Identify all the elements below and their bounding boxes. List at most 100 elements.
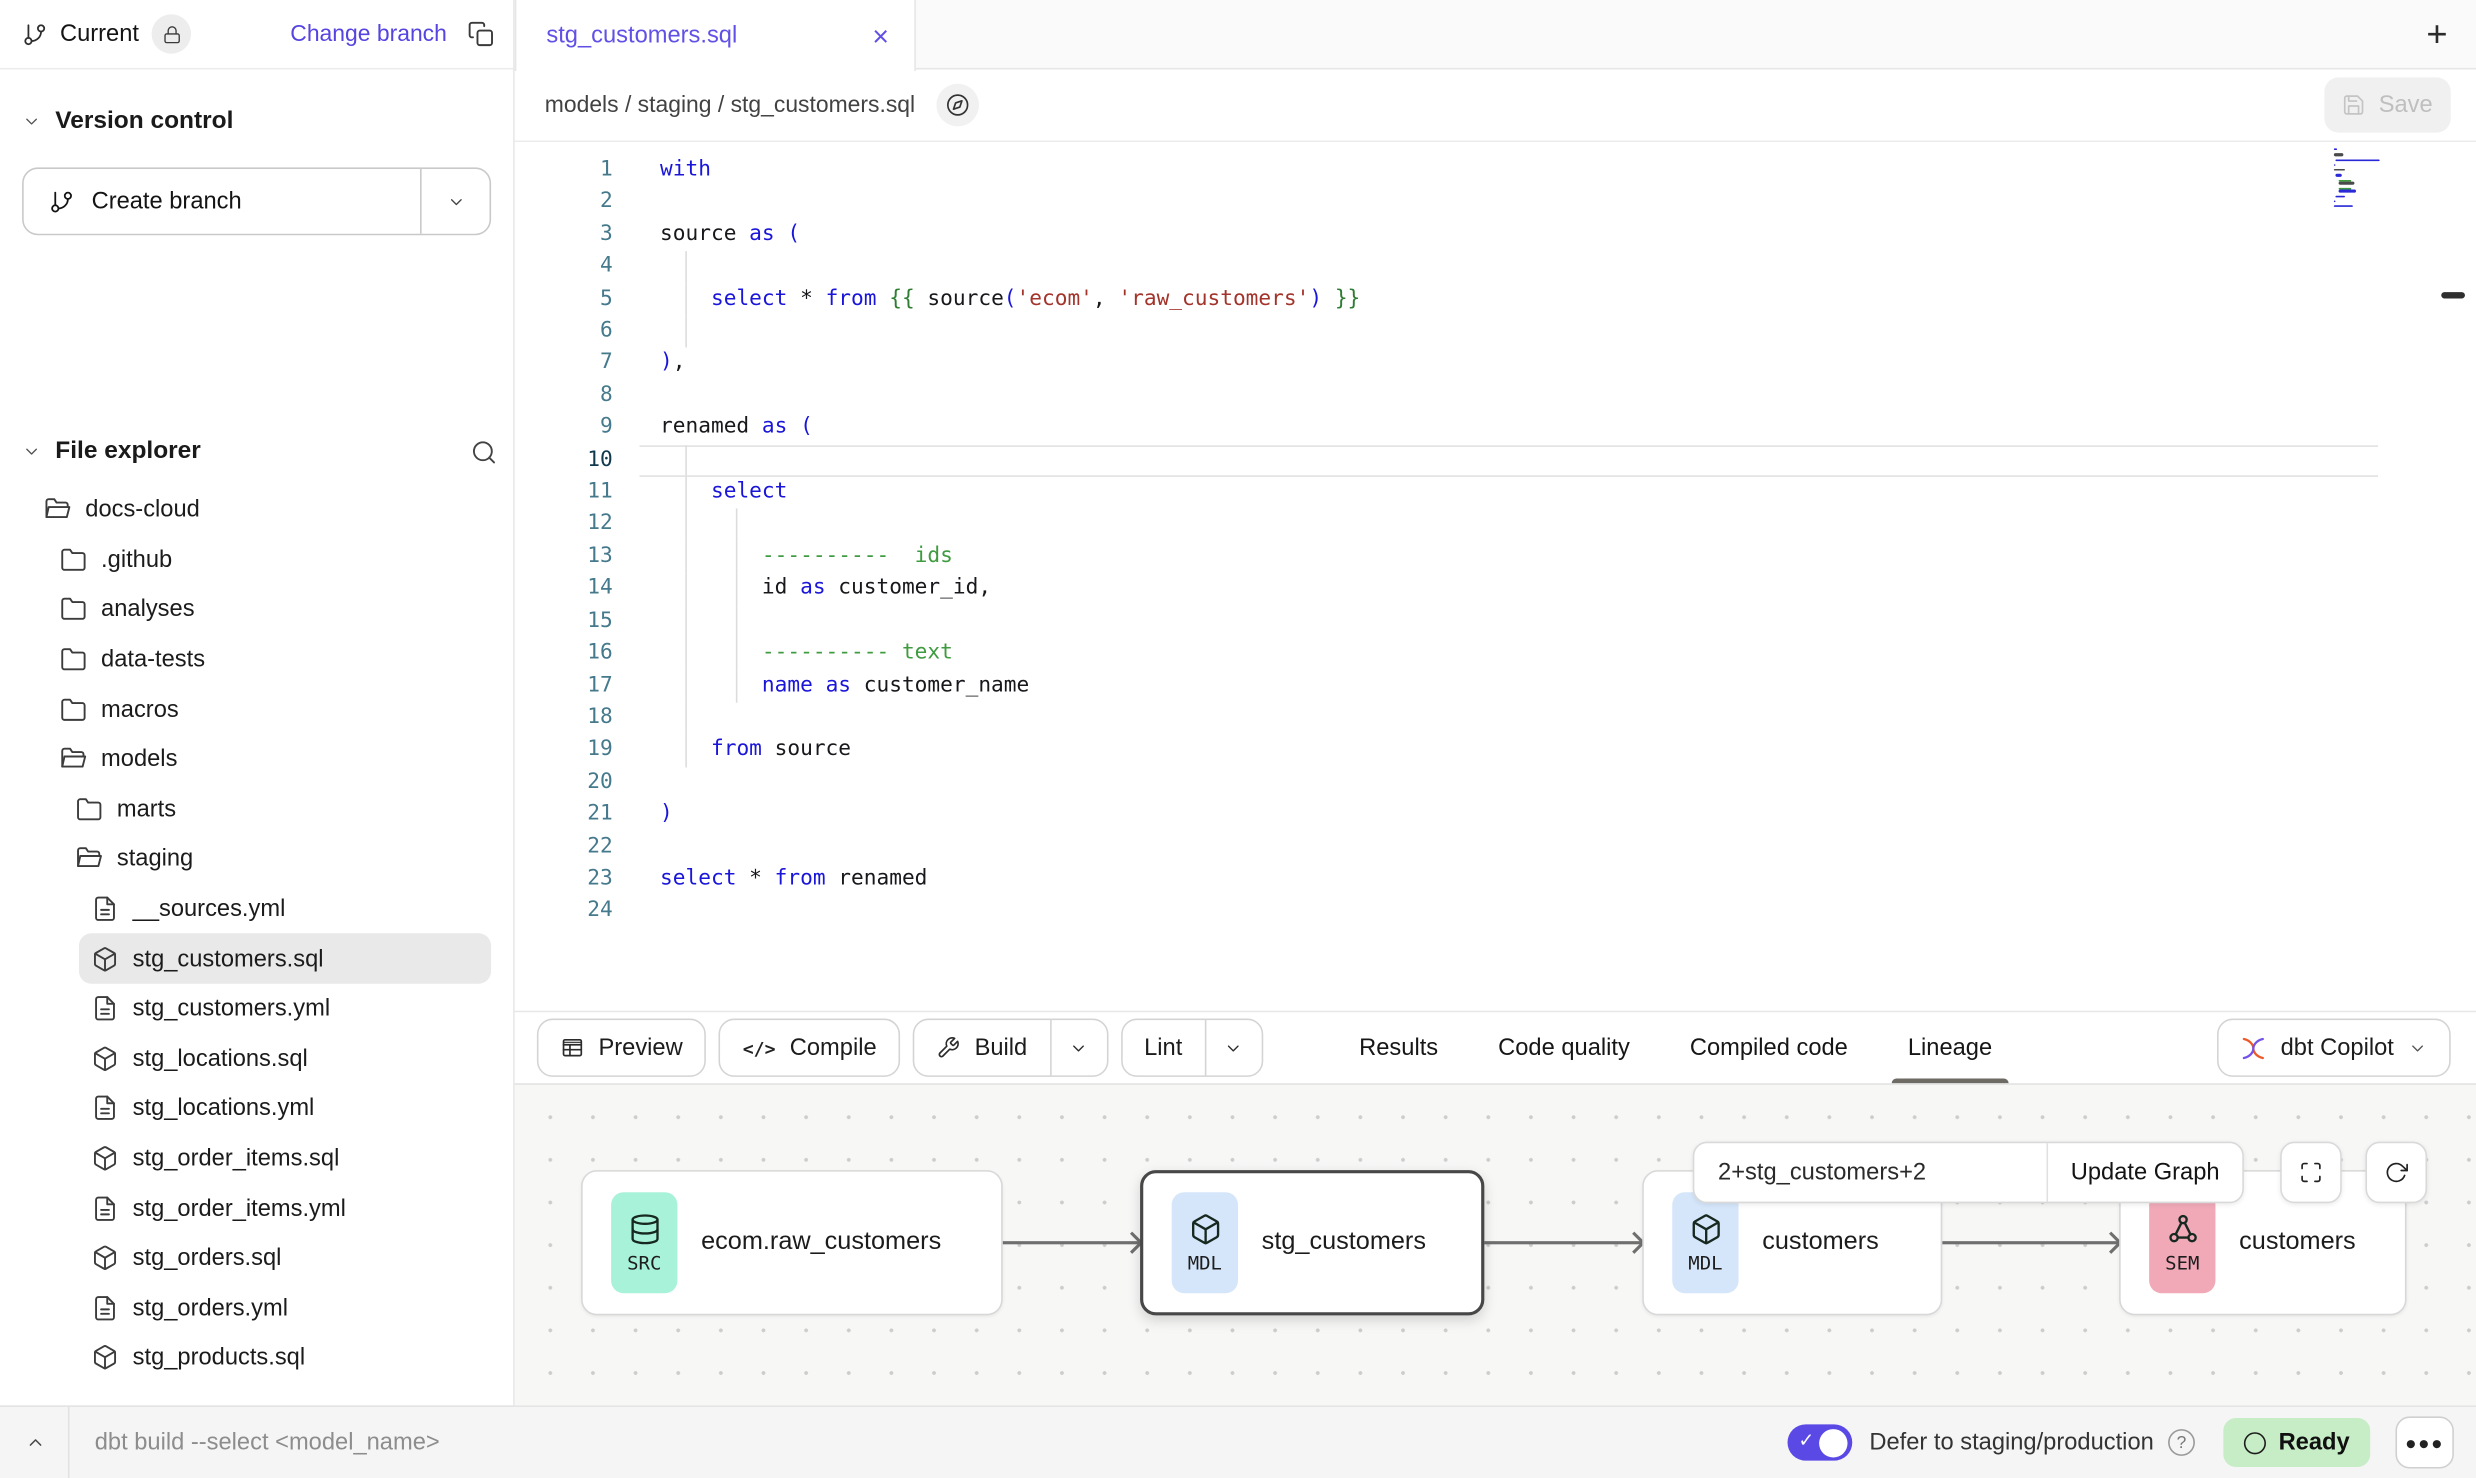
file-tree-item-models[interactable]: models — [47, 734, 491, 784]
code-line-13[interactable]: 13 ---------- ids — [515, 541, 2476, 573]
copy-icon[interactable] — [467, 21, 494, 48]
code-text: ), — [640, 348, 2379, 380]
build-button[interactable]: Build — [913, 1019, 1108, 1077]
lint-dropdown-button[interactable] — [1204, 1020, 1261, 1075]
file-tree-item-stg-orders-yml[interactable]: stg_orders.yml — [79, 1283, 491, 1333]
code-line-8[interactable]: 8 — [515, 380, 2476, 412]
create-branch-dropdown[interactable] — [420, 169, 489, 234]
node-label: customers — [2239, 1229, 2356, 1257]
defer-toggle[interactable]: ✓ — [1787, 1424, 1852, 1460]
file-tree-item-staging[interactable]: staging — [63, 834, 491, 884]
file-tree-item-stg-products-sql[interactable]: stg_products.sql — [79, 1333, 491, 1383]
close-tab-icon[interactable]: × — [872, 21, 889, 49]
code-line-5[interactable]: 5 select * from {{ source('ecom', 'raw_c… — [515, 284, 2476, 316]
code-line-7[interactable]: 7), — [515, 348, 2476, 380]
code-line-22[interactable]: 22 — [515, 831, 2476, 863]
code-line-4[interactable]: 4 — [515, 251, 2476, 283]
code-line-2[interactable]: 2 — [515, 187, 2476, 219]
lineage-canvas[interactable]: SRCecom.raw_customersMDLstg_customersMDL… — [515, 1083, 2476, 1405]
file-tree-item-macros[interactable]: macros — [47, 684, 491, 734]
code-line-9[interactable]: 9renamed as ( — [515, 413, 2476, 445]
cube-icon — [92, 1344, 119, 1371]
code-line-19[interactable]: 19 from source — [515, 735, 2476, 767]
code-line-3[interactable]: 3source as ( — [515, 219, 2476, 251]
file-tree-item-stg-locations-yml[interactable]: stg_locations.yml — [79, 1083, 491, 1133]
chevron-down-icon[interactable] — [22, 442, 41, 461]
new-tab-button[interactable]: + — [2426, 13, 2447, 56]
line-number: 11 — [515, 477, 640, 509]
refresh-button[interactable] — [2365, 1142, 2427, 1204]
code-line-14[interactable]: 14 id as customer_id, — [515, 574, 2476, 606]
tab-code-quality[interactable]: Code quality — [1468, 1011, 1660, 1084]
more-options-button[interactable]: ●●● — [2395, 1416, 2453, 1468]
cube-icon — [92, 1045, 119, 1072]
lineage-node-mdl-stg-customers[interactable]: MDLstg_customers — [1140, 1170, 1484, 1315]
code-line-10[interactable]: 10 — [515, 445, 2476, 477]
code-text: source as ( — [640, 219, 2379, 251]
compile-button[interactable]: </>Compile — [719, 1019, 900, 1077]
code-line-16[interactable]: 16 ---------- text — [515, 638, 2476, 670]
file-explorer-title: File explorer — [55, 437, 201, 465]
file-tree-item-stg-customers-yml[interactable]: stg_customers.yml — [79, 984, 491, 1034]
chevron-up-icon[interactable] — [25, 1432, 46, 1453]
tab-stg-customers-sql[interactable]: stg_customers.sql × — [515, 0, 916, 71]
code-line-11[interactable]: 11 select — [515, 477, 2476, 509]
create-branch-button[interactable]: Create branch — [22, 167, 491, 235]
update-graph-button[interactable]: Update Graph — [2046, 1143, 2242, 1201]
code-line-15[interactable]: 15 — [515, 606, 2476, 638]
lineage-node-src-ecom-raw-customers[interactable]: SRCecom.raw_customers — [581, 1170, 1003, 1315]
branch-bar: Current Change branch — [0, 0, 513, 69]
copilot-context-button[interactable] — [936, 84, 979, 127]
file-tree-label: macros — [101, 696, 179, 723]
indent-guide — [736, 574, 738, 606]
file-tree-item-stg-order-items-sql[interactable]: stg_order_items.sql — [79, 1133, 491, 1183]
file-tree-item-github[interactable]: .github — [47, 535, 491, 585]
file-tree-item-marts[interactable]: marts — [63, 784, 491, 834]
lint-button[interactable]: Lint — [1120, 1019, 1262, 1077]
ready-status-badge[interactable]: Ready — [2223, 1418, 2370, 1467]
code-text — [640, 606, 2379, 638]
search-icon[interactable] — [471, 438, 498, 465]
code-line-18[interactable]: 18 — [515, 703, 2476, 735]
code-line-17[interactable]: 17 name as customer_name — [515, 670, 2476, 702]
chevron-down-icon[interactable] — [22, 112, 41, 131]
code-line-1[interactable]: 1with — [515, 155, 2476, 187]
preview-button[interactable]: Preview — [537, 1019, 707, 1077]
scrollbar-marker[interactable] — [2441, 292, 2465, 298]
tab-results[interactable]: Results — [1329, 1011, 1468, 1084]
file-tree-item-sources-yml[interactable]: __sources.yml — [79, 884, 491, 934]
code-editor[interactable]: 1with23source as (45 select * from {{ so… — [515, 142, 2476, 1010]
tab-compiled-code[interactable]: Compiled code — [1660, 1011, 1878, 1084]
lineage-selector-input[interactable]: 2+stg_customers+2 — [1694, 1143, 2046, 1201]
file-tree-item-stg-customers-sql[interactable]: stg_customers.sql — [79, 934, 491, 984]
code-line-24[interactable]: 24 — [515, 896, 2476, 928]
file-tree-item-stg-order-items-yml[interactable]: stg_order_items.yml — [79, 1183, 491, 1233]
code-line-12[interactable]: 12 — [515, 509, 2476, 541]
line-number: 20 — [515, 767, 640, 799]
change-branch-link[interactable]: Change branch — [290, 21, 447, 46]
file-tree-label: data-tests — [101, 646, 205, 673]
save-button[interactable]: Save — [2324, 77, 2450, 132]
code-line-6[interactable]: 6 — [515, 316, 2476, 348]
code-line-23[interactable]: 23select * from renamed — [515, 864, 2476, 896]
dbt-copilot-button[interactable]: dbt Copilot — [2217, 1019, 2450, 1077]
minimap[interactable] — [2334, 148, 2381, 210]
code-text — [640, 187, 2379, 219]
help-icon[interactable]: ? — [2168, 1429, 2195, 1456]
tab-lineage[interactable]: Lineage — [1878, 1011, 2022, 1084]
build-dropdown-button[interactable] — [1049, 1020, 1106, 1075]
file-tree-item-data-tests[interactable]: data-tests — [47, 634, 491, 684]
fullscreen-button[interactable] — [2280, 1142, 2342, 1204]
code-line-21[interactable]: 21) — [515, 799, 2476, 831]
file-tree-item-stg-orders-sql[interactable]: stg_orders.sql — [79, 1233, 491, 1283]
command-input[interactable]: dbt build --select <model_name> — [95, 1429, 440, 1456]
file-tree-item-docs-cloud[interactable]: docs-cloud — [32, 485, 492, 535]
folder-icon — [60, 546, 87, 573]
tab-bar: stg_customers.sql × + — [515, 0, 2476, 69]
file-tree-label: stg_orders.sql — [133, 1245, 282, 1272]
file-tree-item-stg-locations-sql[interactable]: stg_locations.sql — [79, 1034, 491, 1084]
line-number: 4 — [515, 251, 640, 283]
git-branch-icon — [49, 189, 74, 214]
file-tree-item-analyses[interactable]: analyses — [47, 585, 491, 635]
code-line-20[interactable]: 20 — [515, 767, 2476, 799]
